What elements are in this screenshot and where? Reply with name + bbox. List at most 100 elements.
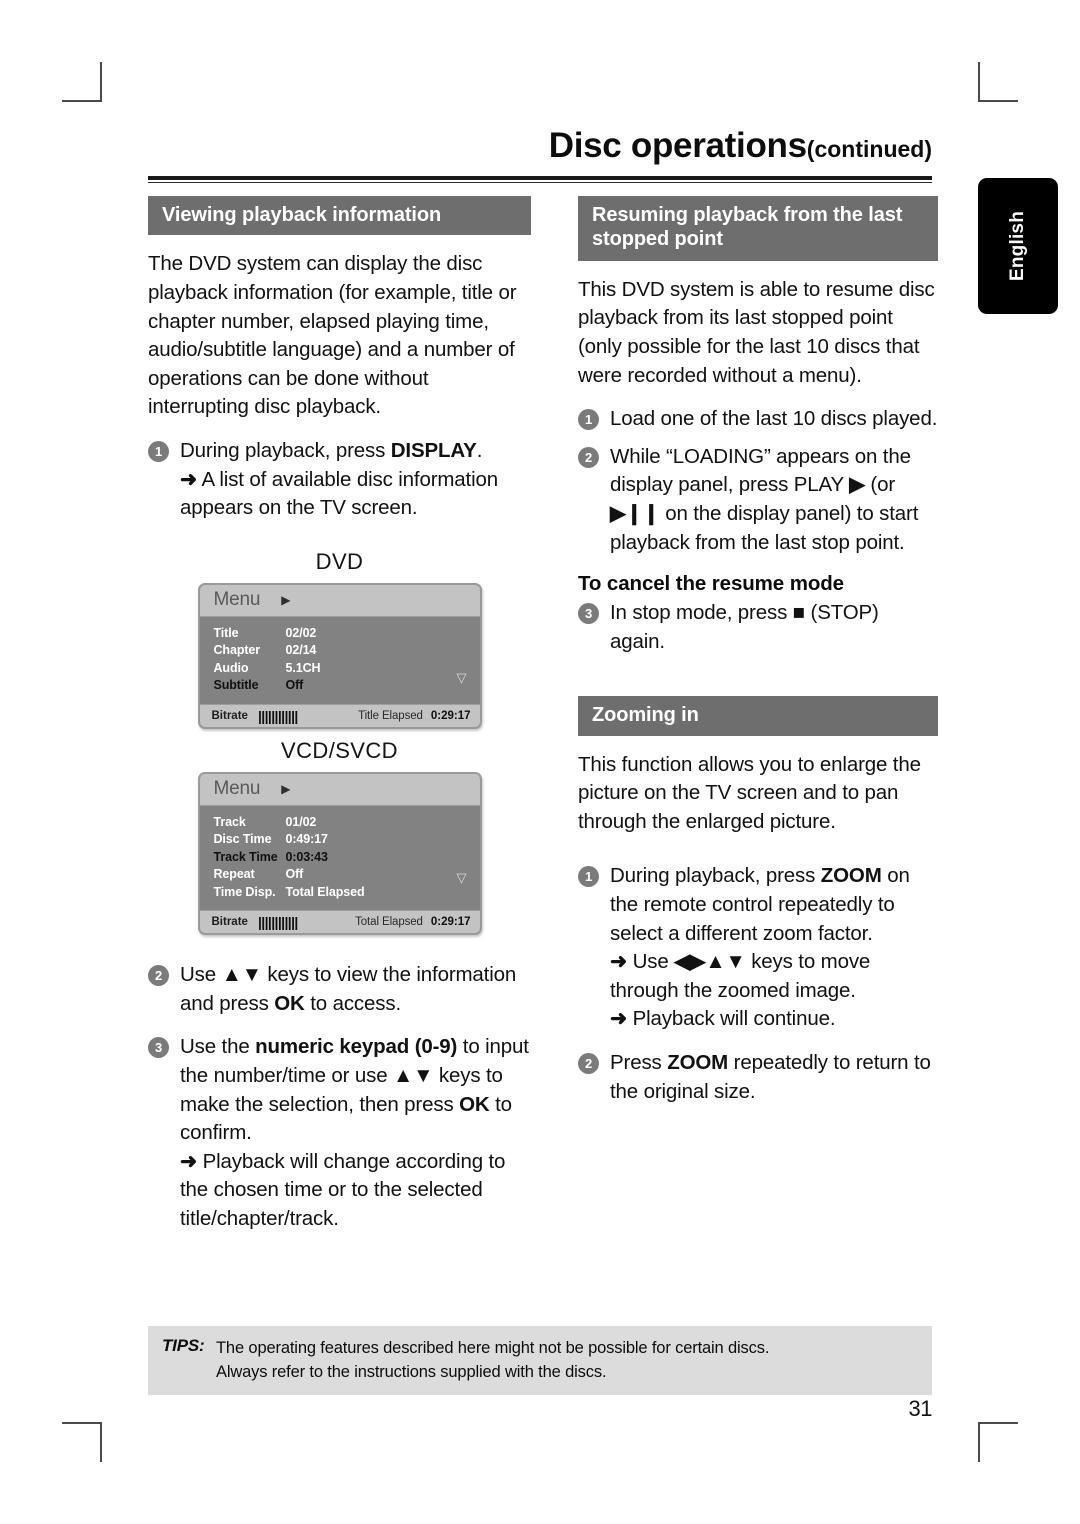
elapsed-value: 0:29:17	[430, 709, 471, 722]
osd-row-key: Chapter	[213, 643, 261, 658]
section-heading-viewing-playback: Viewing playback information	[148, 196, 531, 236]
resume-intro: This DVD system is able to resume disc p…	[578, 277, 935, 387]
step-display-result: A list of available disc information app…	[180, 467, 499, 520]
tips-body: The operating features described here mi…	[216, 1336, 769, 1384]
step-press-zoom: 1 During playback, press ZOOM on the rem…	[578, 862, 938, 1034]
zstep1-text-1: During playback, press	[610, 864, 821, 888]
vcd-osd-rows: Track 01/02 Disc Time 0:49:17 Track Time…	[199, 805, 480, 911]
osd-row-value: 0:49:17	[285, 832, 328, 847]
bitrate-meter-icon: ||||||||||||	[257, 707, 298, 724]
step-load-disc: 1 Load one of the last 10 discs played.	[578, 405, 938, 434]
step-number-badge: 3	[148, 1037, 169, 1059]
updown-keys-icon: ▲▼	[393, 1064, 434, 1088]
step-numeric-keypad: 3 Use the numeric keypad (0-9) to input …	[148, 1033, 531, 1233]
vcd-osd-menubar[interactable]: Menu ▶	[199, 773, 480, 806]
osd-row-value: 02/02	[285, 625, 317, 640]
osd-row[interactable]: Track 01/02	[200, 814, 480, 832]
step-press-play-while-loading: 2 While “LOADING” appears on the display…	[578, 443, 938, 557]
step-loading-text-2: (or	[864, 473, 895, 497]
osd-row[interactable]: Disc Time 0:49:17	[200, 831, 480, 849]
osd-row-value: 5.1CH	[285, 660, 321, 675]
zoom-intro: This function allows you to enlarge the …	[578, 752, 921, 833]
osd-row[interactable]: Audio 5.1CH	[200, 660, 480, 678]
scroll-down-caret-icon[interactable]: ▽	[457, 871, 467, 884]
osd-row-key: Repeat	[213, 867, 255, 882]
updown-keys-icon: ▲▼	[221, 963, 262, 987]
osd-row-value: Off	[285, 678, 304, 693]
step3-text-1: Use the	[180, 1035, 256, 1059]
dvd-osd-menubar[interactable]: Menu ▶	[199, 584, 480, 617]
play-triangle-icon: ▶	[281, 593, 291, 608]
display-button-name: DISPLAY	[390, 438, 477, 462]
page-title: Disc operations(continued)	[148, 126, 932, 165]
osd-row-value: 01/02	[285, 814, 317, 829]
numeric-keypad-name: numeric keypad (0-9)	[255, 1035, 458, 1059]
step2-text-3: to access.	[304, 991, 402, 1015]
osd-row-key: Track Time	[213, 849, 278, 864]
step-cancel-resume: 3 In stop mode, press ■ (STOP) again.	[578, 599, 938, 656]
osd-row-key: Title	[213, 625, 239, 640]
header-rule-thick	[148, 176, 932, 180]
vcd-osd-caption: VCD/SVCD	[281, 737, 398, 763]
bitrate-label: Bitrate	[211, 709, 248, 722]
vcd-osd-statusbar: Bitrate |||||||||||| Total Elapsed 0:29:…	[199, 910, 480, 934]
ok-button-name: OK	[459, 1092, 490, 1116]
osd-row-key: Audio	[213, 660, 249, 675]
tips-line-2: Always refer to the instructions supplie…	[216, 1363, 607, 1381]
step-zoom-return-original: 2 Press ZOOM repeatedly to return to the…	[578, 1049, 938, 1106]
scroll-down-caret-icon[interactable]: ▽	[457, 671, 467, 684]
page-title-continued: (continued)	[806, 136, 932, 162]
dvd-osd-menu-label: Menu	[213, 589, 261, 611]
dvd-osd-caption: DVD	[315, 548, 364, 574]
step-display: 1 During playback, press DISPLAY. ➜ A li…	[148, 437, 531, 523]
dvd-osd-rows: Title 02/02 Chapter 02/14 Audio 5.1CH Su…	[199, 616, 480, 704]
play-icon: ▶	[849, 473, 865, 497]
bitrate-meter-icon: ||||||||||||	[257, 914, 298, 931]
osd-row-selected[interactable]: Track Time 0:03:43	[200, 849, 480, 867]
play-triangle-icon: ▶	[281, 782, 291, 797]
step-number-badge: 3	[578, 603, 599, 625]
tips-label: TIPS:	[162, 1336, 205, 1355]
play-pause-icon: ▶❙❙	[610, 501, 660, 525]
zoom-button-name: ZOOM	[820, 864, 882, 888]
tips-line-1: The operating features described here mi…	[216, 1339, 770, 1357]
vcd-osd-figure: VCD/SVCD Menu ▶ Track 01/02 Disc Time 0:…	[148, 738, 531, 936]
step-load-disc-text: Load one of the last 10 discs played.	[610, 407, 938, 431]
osd-row-selected[interactable]: Subtitle Off	[200, 677, 480, 695]
osd-row[interactable]: Repeat Off	[200, 866, 480, 884]
vcd-osd-screen: Menu ▶ Track 01/02 Disc Time 0:49:17 Tra…	[197, 771, 482, 936]
osd-row-value: Total Elapsed	[285, 884, 365, 899]
elapsed-value: 0:29:17	[430, 916, 471, 929]
step-number-badge: 2	[148, 965, 169, 987]
osd-row-key: Track	[213, 814, 246, 829]
osd-row-value: Off	[285, 867, 304, 882]
language-tab: English	[978, 178, 1058, 314]
direction-keys-icon: ◀▶▲▼	[674, 950, 746, 974]
step-number-badge: 2	[578, 446, 599, 468]
step-number-badge: 2	[578, 1053, 599, 1075]
section-heading-zooming-in: Zooming in	[578, 696, 938, 736]
step-use-updown-keys: 2 Use ▲▼ keys to view the information an…	[148, 961, 531, 1018]
result-arrow-icon: ➜	[610, 950, 628, 974]
step-number-badge: 1	[148, 440, 169, 462]
zstep1-result2: Playback will continue.	[632, 1007, 836, 1031]
step-text-before: During playback, press	[180, 438, 391, 462]
page-title-main: Disc operations	[548, 126, 807, 165]
header-rule-thin	[148, 182, 932, 183]
step-number-badge: 1	[578, 409, 599, 431]
step-number-badge: 1	[578, 866, 599, 888]
subheading-cancel-resume-mode: To cancel the resume mode	[578, 572, 844, 596]
osd-row[interactable]: Time Disp. Total Elapsed	[200, 884, 480, 902]
step2-text-1: Use	[180, 963, 222, 987]
osd-row[interactable]: Chapter 02/14	[200, 642, 480, 660]
stop-icon: ■	[792, 601, 805, 625]
osd-row[interactable]: Title 02/02	[200, 625, 480, 643]
zoom-button-name: ZOOM	[667, 1051, 729, 1075]
step3-result: Playback will change according to the ch…	[180, 1149, 506, 1230]
result-arrow-icon: ➜	[180, 467, 198, 491]
dvd-osd-figure: DVD Menu ▶ Title 02/02 Chapter 02/14 Aud…	[148, 549, 531, 729]
dvd-osd-screen: Menu ▶ Title 02/02 Chapter 02/14 Audio 5…	[197, 582, 482, 729]
bitrate-label: Bitrate	[211, 916, 248, 929]
osd-row-key: Disc Time	[213, 832, 272, 847]
language-tab-label: English	[1007, 210, 1028, 282]
